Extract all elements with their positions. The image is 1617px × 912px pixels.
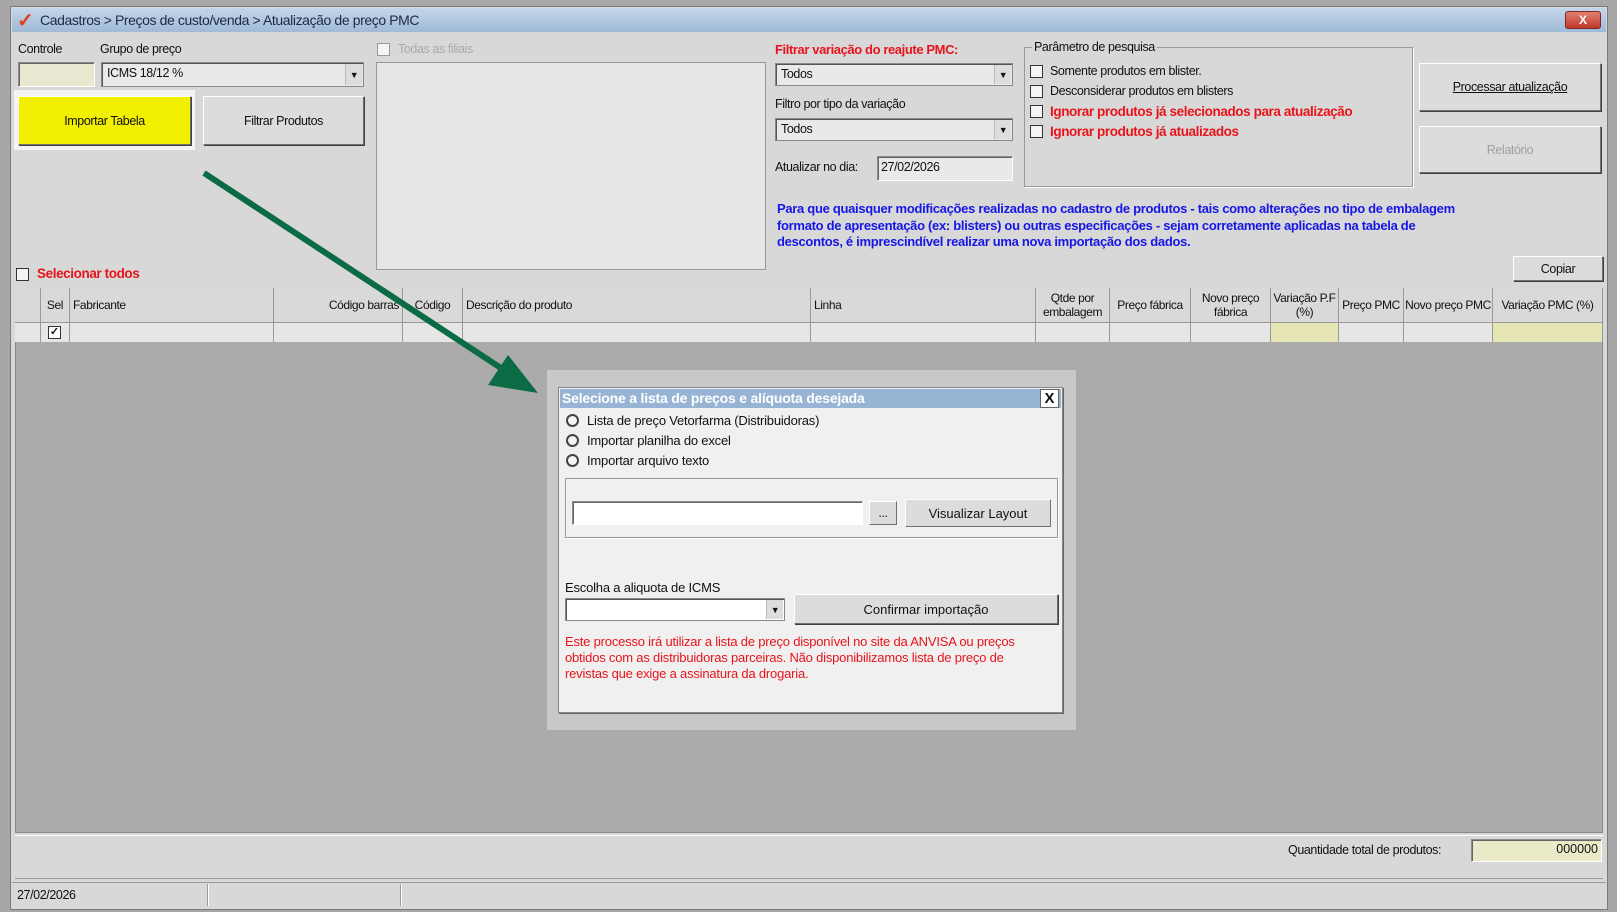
dialog-title-bar: Selecione a lista de preços e alíquota d… [560, 389, 1061, 408]
file-path-input[interactable] [572, 501, 863, 525]
option-label-texto: Importar arquivo texto [587, 453, 710, 468]
warning-line-3: revistas que exige a assinatura da droga… [565, 666, 809, 681]
warning-line-1: Este processo irá utilizar a lista de pr… [565, 634, 1015, 649]
browse-button[interactable]: ... [869, 501, 897, 525]
option-radio-excel[interactable] [566, 434, 579, 447]
option-radio-texto[interactable] [566, 454, 579, 467]
confirmar-importacao-button[interactable]: Confirmar importação [794, 594, 1058, 624]
visualizar-layout-button[interactable]: Visualizar Layout [905, 499, 1051, 527]
dialog-title: Selecione a lista de preços e alíquota d… [562, 390, 865, 406]
option-label-excel: Importar planilha do excel [587, 433, 731, 448]
icms-select[interactable]: ▼ [565, 598, 785, 621]
warning-line-2: obtidos com as distribuidoras parceiras.… [565, 650, 1004, 665]
option-radio-vetorfarma[interactable] [566, 414, 579, 427]
chevron-down-icon: ▼ [766, 600, 783, 619]
option-label-vetorfarma: Lista de preço Vetorfarma (Distribuidora… [587, 413, 820, 428]
dialog-close-button[interactable]: X [1040, 389, 1059, 408]
icms-label: Escolha a aliquota de ICMS [565, 580, 721, 595]
